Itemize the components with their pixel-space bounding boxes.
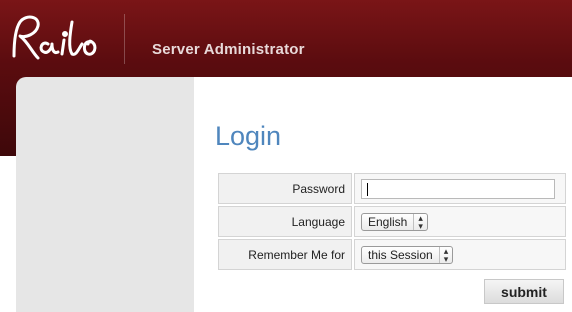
remember-label: Remember Me for <box>218 239 352 270</box>
password-cell <box>354 173 566 204</box>
text-caret <box>367 182 368 196</box>
language-select[interactable]: English ▴ ▾ <box>361 212 428 231</box>
remember-cell: this Session ▴ ▾ <box>354 239 566 270</box>
password-label: Password <box>218 173 352 204</box>
sidebar-panel <box>16 77 194 312</box>
select-arrows-icon: ▴ ▾ <box>413 213 423 230</box>
railo-logo <box>12 15 97 60</box>
language-row: Language English ▴ ▾ <box>218 206 566 237</box>
password-input[interactable] <box>361 178 555 199</box>
header-divider <box>124 14 125 64</box>
remember-select[interactable]: this Session ▴ ▾ <box>361 245 454 264</box>
remember-selected-value: this Session <box>368 247 433 262</box>
select-arrows-icon: ▴ ▾ <box>438 246 448 263</box>
page-title: Login <box>215 121 282 151</box>
app-title: Server Administrator <box>152 41 305 58</box>
language-label: Language <box>218 206 352 237</box>
submit-button[interactable]: submit <box>484 279 564 304</box>
password-row: Password <box>218 173 566 204</box>
login-form: Password Language English ▴ ▾ Remember Me… <box>216 171 568 272</box>
language-cell: English ▴ ▾ <box>354 206 566 237</box>
remember-row: Remember Me for this Session ▴ ▾ <box>218 239 566 270</box>
language-selected-value: English <box>368 214 408 229</box>
